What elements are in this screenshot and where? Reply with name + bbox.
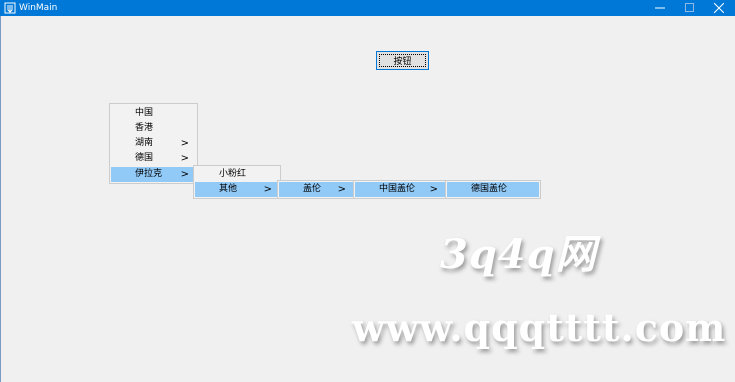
- chevron-right-icon: >: [429, 184, 438, 195]
- close-icon: [714, 3, 724, 13]
- menu-item-germany[interactable]: 德国 >: [111, 151, 196, 166]
- watermark-logo-text: 3q4q网: [440, 231, 597, 278]
- chevron-right-icon: >: [180, 153, 189, 164]
- menu-item-label: 德国: [135, 153, 154, 163]
- main-button-label: 按钮: [393, 57, 412, 67]
- app-logo-icon: [4, 2, 16, 14]
- close-button[interactable]: [704, 0, 734, 16]
- menu-item-china[interactable]: 中国: [111, 106, 196, 121]
- submenu-other: 盖伦 >: [277, 180, 355, 199]
- menu-item-iraq[interactable]: 伊拉克 >: [111, 167, 196, 182]
- menu-item-other[interactable]: 其他 >: [195, 182, 279, 197]
- window-title: WinMain: [19, 3, 58, 13]
- watermark-url: www.qqqtttt.com: [352, 305, 727, 350]
- menu-item-label: 中国盖伦: [379, 184, 416, 194]
- maximize-icon: [685, 3, 694, 12]
- menu-item-galen[interactable]: 盖伦 >: [279, 182, 353, 197]
- menu-item-hunan[interactable]: 湖南 >: [111, 136, 196, 151]
- minimize-icon: [655, 7, 665, 9]
- menu-item-label: 湖南: [135, 138, 154, 148]
- menu-item-label: 德国盖伦: [471, 184, 508, 194]
- menu-item-label: 中国: [135, 108, 154, 118]
- menu-item-label: 盖伦: [303, 184, 322, 194]
- window-border: [0, 16, 1, 382]
- menu-item-germany-galen[interactable]: 德国盖伦: [447, 182, 539, 197]
- menu-item-label: 伊拉克: [135, 169, 163, 179]
- maximize-button[interactable]: [675, 0, 705, 16]
- menu-item-xiaofenhong[interactable]: 小粉红: [195, 167, 279, 182]
- chevron-right-icon: >: [180, 169, 189, 180]
- title-bar[interactable]: WinMain: [0, 0, 735, 16]
- submenu-galen: 中国盖伦 >: [353, 180, 447, 199]
- chevron-right-icon: >: [180, 138, 189, 149]
- menu-item-hongkong[interactable]: 香港: [111, 121, 196, 136]
- main-button[interactable]: 按钮: [376, 51, 429, 70]
- context-menu: 中国 香港 湖南 > 德国 > 伊拉克 >: [109, 103, 198, 184]
- chevron-right-icon: >: [263, 184, 272, 195]
- chevron-right-icon: >: [337, 184, 346, 195]
- submenu-china-galen: 德国盖伦: [445, 180, 541, 199]
- menu-item-label: 小粉红: [219, 169, 247, 179]
- menu-item-label: 香港: [135, 123, 154, 133]
- menu-item-china-galen[interactable]: 中国盖伦 >: [355, 182, 445, 197]
- minimize-button[interactable]: [645, 0, 675, 16]
- menu-item-label: 其他: [219, 184, 238, 194]
- submenu-iraq: 小粉红 其他 >: [193, 165, 281, 199]
